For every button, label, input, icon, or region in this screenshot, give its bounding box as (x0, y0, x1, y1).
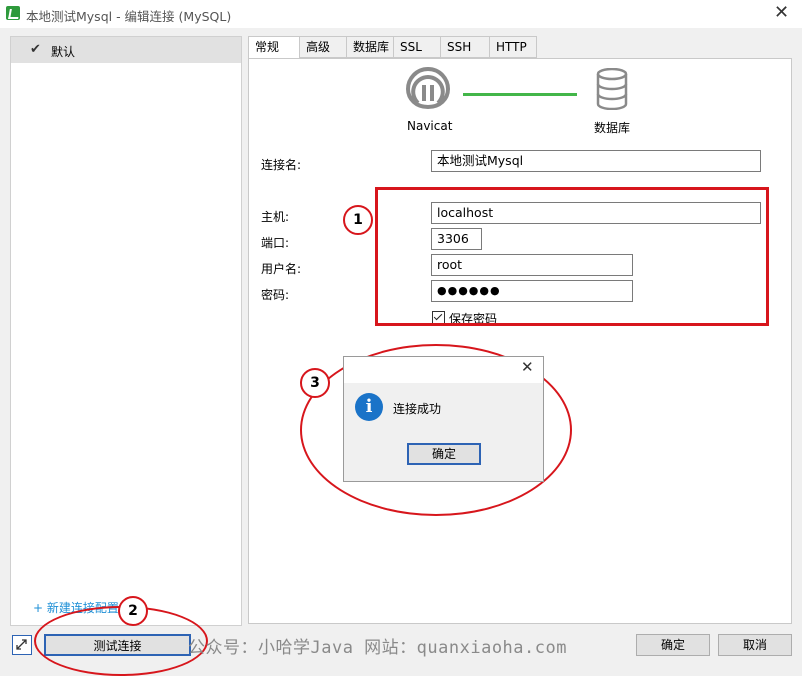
annotation-badge-3: 3 (300, 368, 330, 398)
annotation-badge-1: 1 (343, 205, 373, 235)
tab-ssh[interactable]: SSH (440, 36, 490, 58)
username-label: 用户名: (261, 262, 302, 276)
navicat-logo-icon (405, 66, 451, 110)
connection-name-field[interactable]: 本地测试Mysql (431, 150, 761, 172)
dialog-titlebar: ✕ (344, 357, 543, 383)
host-label: 主机: (261, 210, 290, 224)
watermark: 公众号：小哈学Java 网站：quanxiaoha.com (188, 638, 567, 658)
database-icon (596, 68, 628, 110)
expand-panel-button[interactable] (12, 635, 32, 655)
cancel-button[interactable]: 取消 (718, 634, 792, 656)
database-label: 数据库 (594, 121, 631, 135)
dialog-ok-button[interactable]: 确定 (407, 443, 481, 465)
expand-icon (16, 639, 27, 650)
tab-advanced[interactable]: 高级 (299, 36, 347, 58)
profile-item-label: 默认 (51, 45, 76, 59)
annotation-badge-2: 2 (118, 596, 148, 626)
dialog-close-icon[interactable]: ✕ (521, 358, 534, 376)
navicat-app-icon (6, 6, 20, 20)
tab-http[interactable]: HTTP (489, 36, 537, 58)
highlight-rectangle (375, 187, 769, 326)
navicat-label: Navicat (407, 119, 453, 133)
window-title: 本地测试Mysql - 编辑连接 (MySQL) (26, 9, 232, 24)
connection-line (463, 93, 577, 96)
checkmark-icon: ✔ (30, 42, 41, 57)
ok-button[interactable]: 确定 (636, 634, 710, 656)
connection-name-label: 连接名: (261, 158, 302, 172)
profile-item-default[interactable]: ✔ 默认 (11, 37, 241, 63)
profile-list: ✔ 默认 + 新建连接配置表 (10, 36, 242, 626)
dialog-message: 连接成功 (393, 402, 442, 416)
close-icon[interactable]: ✕ (774, 2, 789, 23)
tab-databases[interactable]: 数据库 (346, 36, 394, 58)
info-icon: i (355, 393, 383, 421)
title-bar: 本地测试Mysql - 编辑连接 (MySQL) ✕ (0, 0, 802, 28)
password-label: 密码: (261, 288, 290, 302)
tab-ssl[interactable]: SSL (393, 36, 441, 58)
port-label: 端口: (261, 236, 290, 250)
tab-general[interactable]: 常规 (248, 36, 300, 59)
general-tab-panel (248, 58, 792, 624)
success-dialog: ✕ i 连接成功 确定 (343, 356, 544, 482)
